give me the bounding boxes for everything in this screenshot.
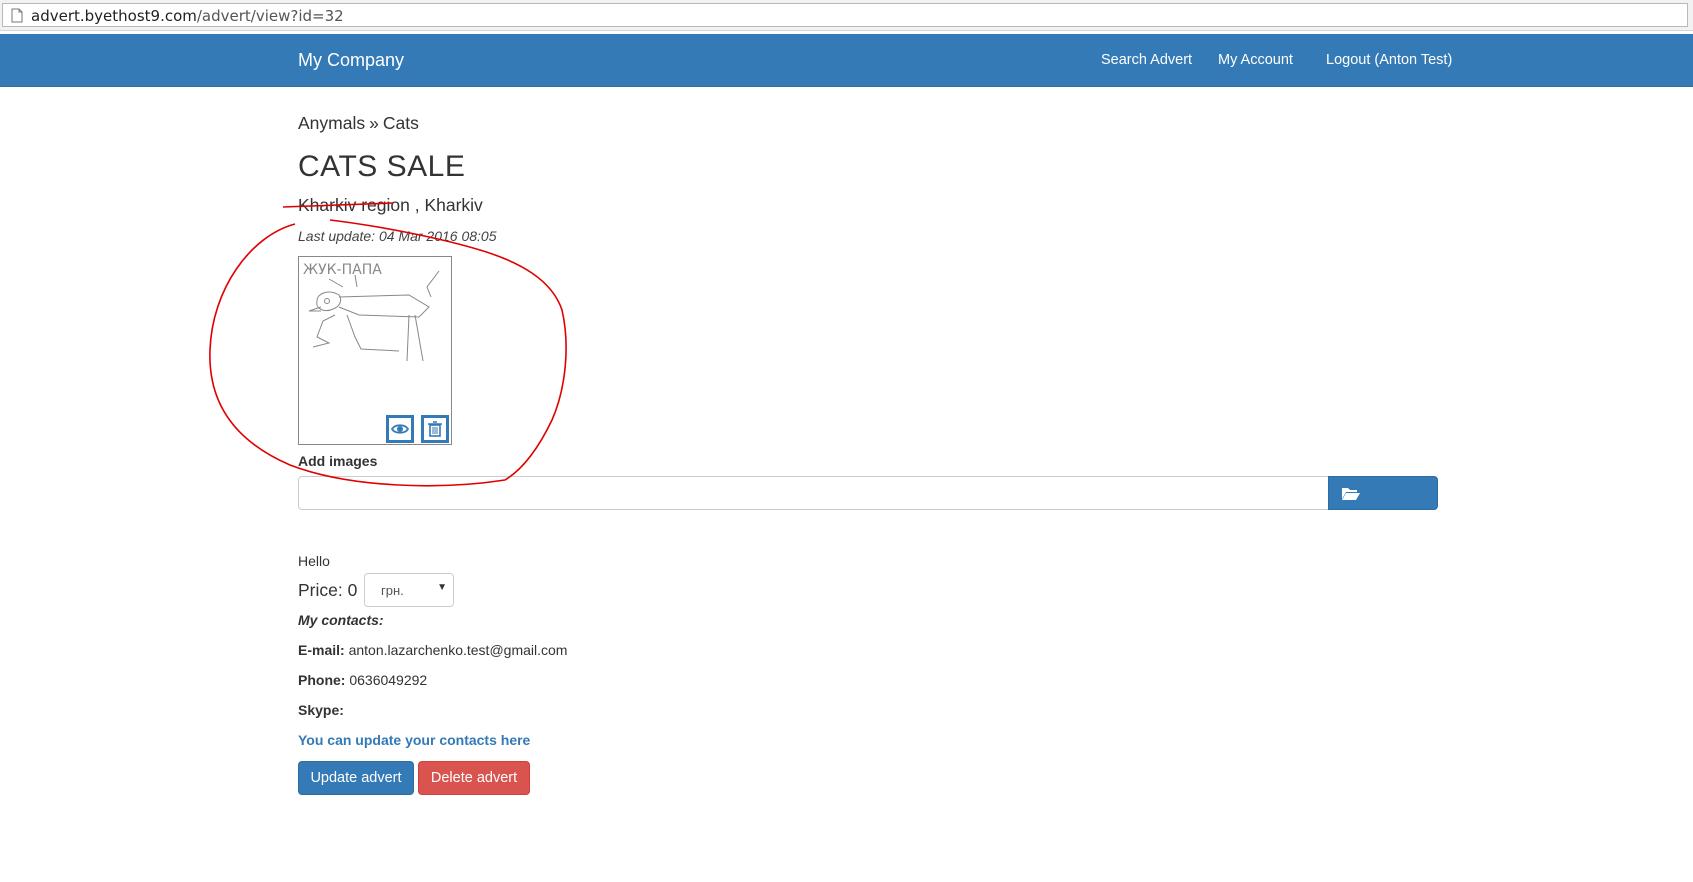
trash-icon [428,421,442,437]
update-advert-button[interactable]: Update advert [298,761,414,795]
folder-open-icon [1342,488,1360,500]
navbar: My Company Search Advert My Account Logo… [0,34,1693,87]
breadcrumb-category[interactable]: Anymals [298,113,365,133]
nav-logout[interactable]: Logout (Anton Test) [1326,52,1452,68]
cat-sketch-image: ЖУК-ПАПА [303,262,440,362]
email-label: E-mail: [298,642,345,658]
sketch-text: ЖУК-ПАПА [303,262,382,278]
contact-skype-row: Skype: [298,702,344,718]
chevron-down-icon: ▼ [437,582,447,593]
delete-image-button[interactable] [421,415,449,443]
advert-description: Hello [298,553,330,569]
url-field[interactable]: advert.byethost9.com/advert/view?id=32 [2,3,1688,27]
browser-address-bar: advert.byethost9.com/advert/view?id=32 [0,0,1693,31]
contacts-heading: My contacts: [298,612,384,628]
contact-email-row: E-mail: anton.lazarchenko.test@gmail.com [298,642,567,658]
advert-image-thumbnail[interactable]: ЖУК-ПАПА [298,256,452,445]
advert-title: CATS SALE [298,150,466,183]
phone-value: 0636049292 [349,672,428,688]
advert-location: Kharkiv region , Kharkiv [298,195,483,215]
last-update: Last update: 04 Mar 2016 08:05 [298,228,497,244]
currency-value: грн. [381,583,404,598]
view-image-button[interactable] [386,415,414,443]
add-images-label: Add images [298,453,378,469]
price-label: Price: 0 [298,580,358,600]
image-file-input[interactable] [298,476,1329,510]
update-contacts-link[interactable]: You can update your contacts here [298,732,530,748]
delete-advert-button[interactable]: Delete advert [418,761,530,795]
phone-label: Phone: [298,672,346,688]
breadcrumb: Anymals» Cats [298,113,419,134]
navbar-brand[interactable]: My Company [298,50,404,71]
url-host: advert.byethost9.com [31,7,197,25]
red-annotation-circle [209,202,567,487]
contact-phone-row: Phone: 0636049292 [298,672,427,688]
email-value: anton.lazarchenko.test@gmail.com [348,642,568,658]
url-text: advert.byethost9.com/advert/view?id=32 [31,7,344,25]
page-icon [11,8,23,28]
nav-search-advert[interactable]: Search Advert [1101,52,1192,68]
breadcrumb-separator: » [369,113,379,133]
skype-label: Skype: [298,702,344,718]
nav-my-account[interactable]: My Account [1218,52,1293,68]
eye-icon [390,424,410,434]
breadcrumb-subcategory[interactable]: Cats [383,113,419,133]
currency-select[interactable]: грн. ▼ [364,573,454,607]
url-path: /advert/view?id=32 [196,7,344,25]
browse-images-button[interactable] [1328,476,1438,510]
